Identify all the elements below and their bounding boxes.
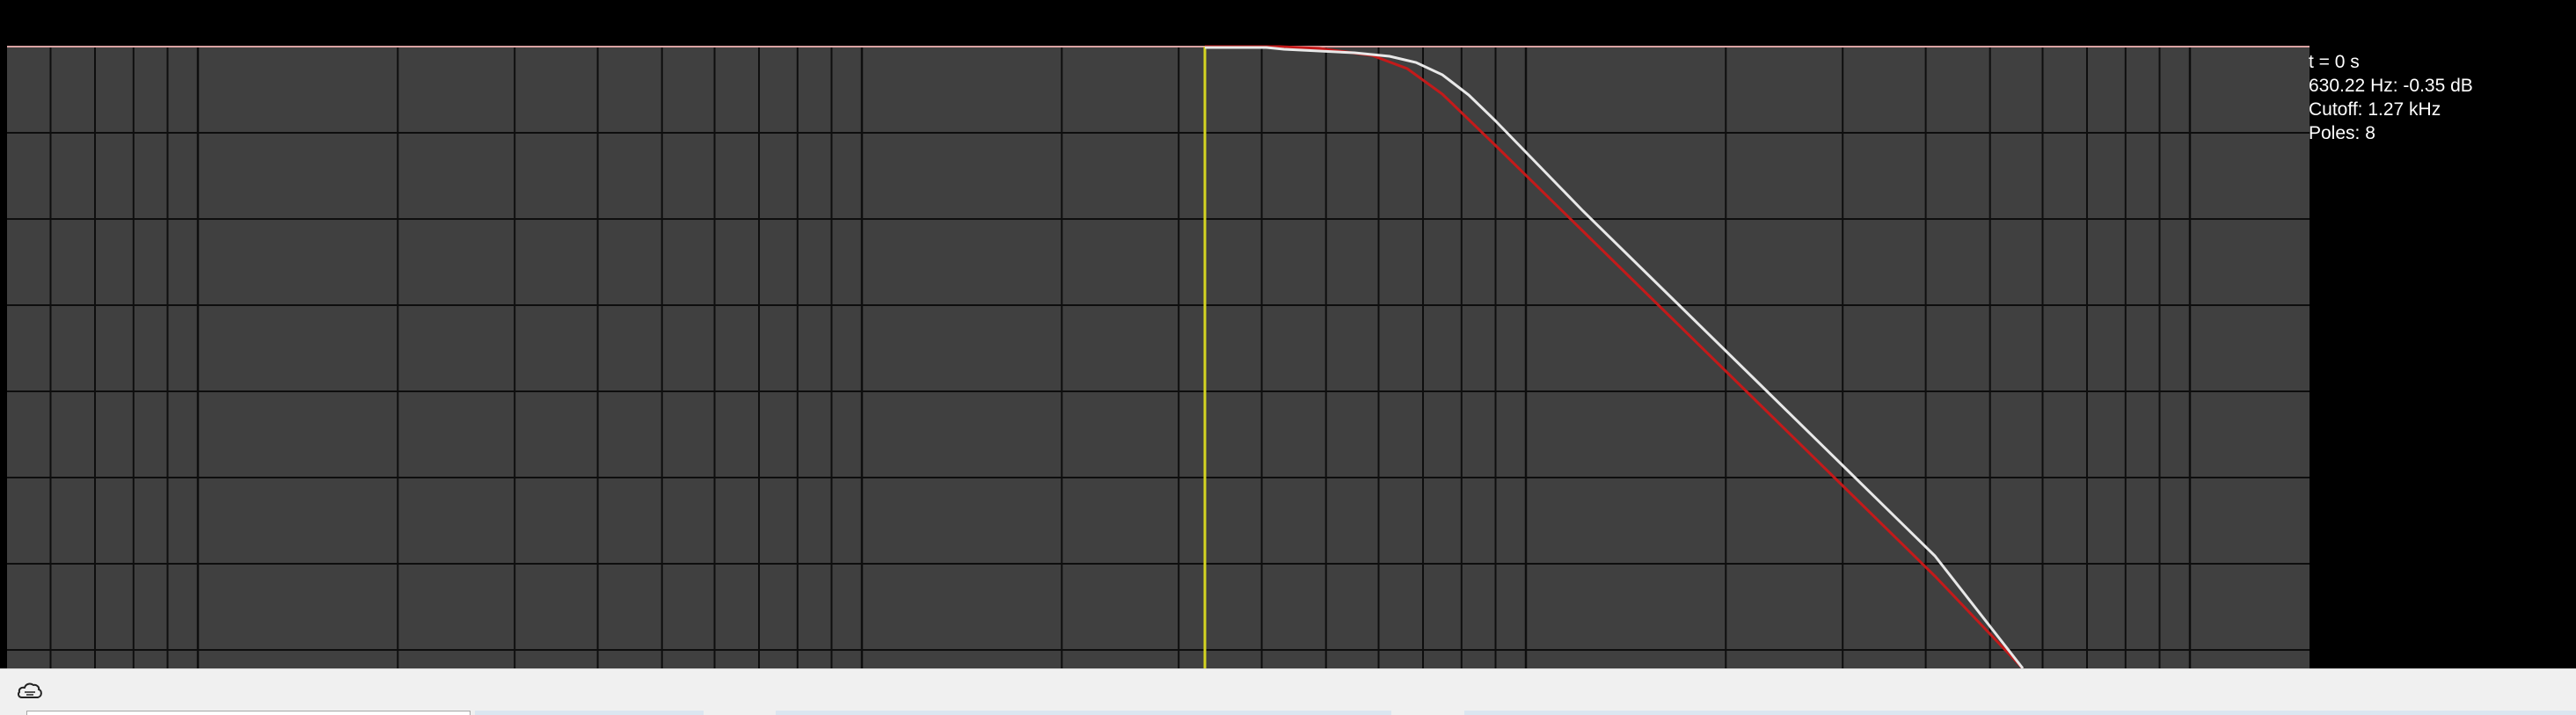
cutoff-readout: Cutoff: 1.27 kHz: [2309, 99, 2441, 120]
poles-readout: Poles: 8: [2309, 123, 2375, 143]
plot-area: [7, 47, 2310, 668]
cursor-readout: 630.22 Hz: -0.35 dB: [2309, 76, 2473, 96]
cloud-button[interactable]: [12, 677, 47, 705]
bottom-toolbar: [0, 668, 2576, 715]
filter-scope-window: t = 0 s 630.22 Hz: -0.35 dB Cutoff: 1.27…: [0, 0, 2576, 715]
readout-panel: t = 0 s 630.22 Hz: -0.35 dB Cutoff: 1.27…: [2309, 50, 2564, 145]
bottom-tab-3[interactable]: [1464, 711, 2576, 715]
bottom-input-field[interactable]: [26, 711, 471, 715]
frequency-response-plot[interactable]: [0, 0, 2576, 668]
time-readout: t = 0 s: [2309, 52, 2360, 72]
bottom-tab-2[interactable]: [776, 711, 1391, 715]
bottom-tab-1[interactable]: [475, 711, 704, 715]
cloud-icon: [18, 682, 42, 698]
